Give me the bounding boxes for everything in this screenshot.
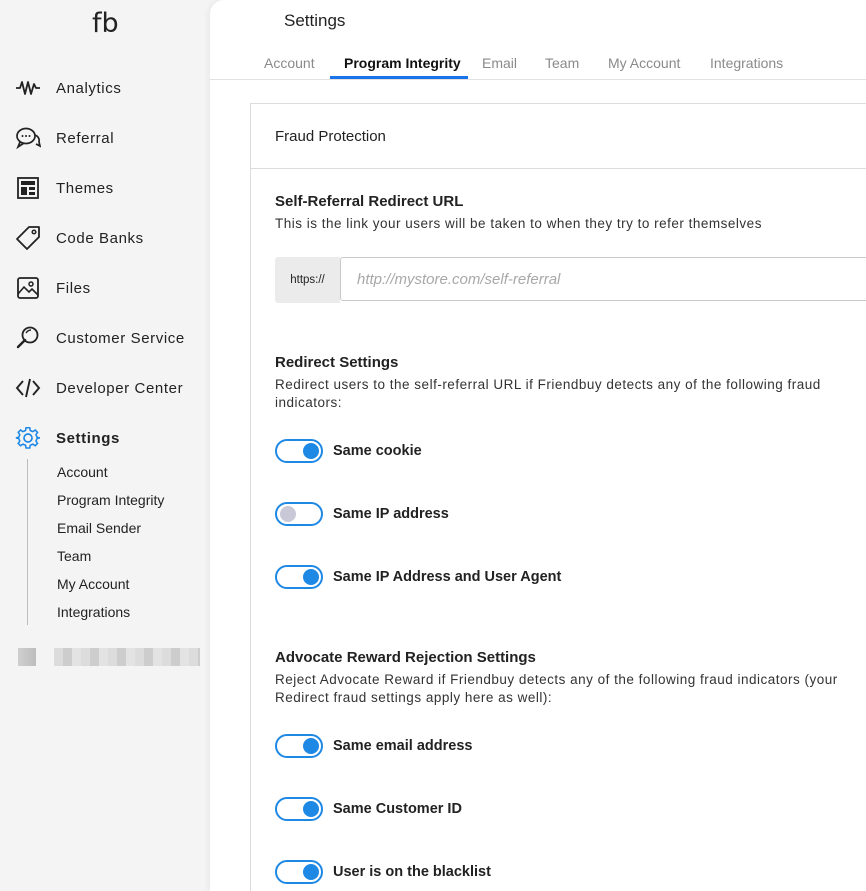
toggle-knob [303, 864, 319, 880]
same-ip-toggle[interactable] [275, 502, 323, 526]
toggle-label: Same IP Address and User Agent [333, 569, 562, 585]
sidebar-item-analytics[interactable]: Analytics [14, 73, 121, 103]
same-customer-id-toggle[interactable] [275, 797, 323, 821]
self-referral-title: Self-Referral Redirect URL [275, 193, 464, 210]
sidebar-item-label: Code Banks [56, 229, 144, 247]
sidebar-item-settings[interactable]: Settings [14, 423, 120, 453]
app-logo[interactable]: fb [92, 8, 119, 39]
blacklist-toggle[interactable] [275, 860, 323, 884]
toggle-row-blacklist[interactable]: User is on the blacklist [275, 860, 491, 884]
tag-icon [14, 224, 42, 252]
self-referral-description: This is the link your users will be take… [275, 216, 762, 231]
gear-icon [14, 424, 42, 452]
toggle-row-same-email[interactable]: Same email address [275, 734, 472, 758]
toggle-label: User is on the blacklist [333, 864, 491, 880]
sidebar-item-label: Referral [56, 129, 115, 147]
sidebar-item-code-banks[interactable]: Code Banks [14, 223, 144, 253]
subnav-line [27, 459, 28, 625]
toggle-label: Same email address [333, 738, 473, 754]
layout-icon [14, 174, 42, 202]
tab-email[interactable]: Email [482, 55, 517, 71]
toggle-row-same-customer-id[interactable]: Same Customer ID [275, 797, 462, 821]
card-header: Fraud Protection [251, 104, 866, 169]
user-avatar[interactable] [18, 648, 36, 666]
advocate-rejection-description: Reject Advocate Reward if Friendbuy dete… [275, 672, 838, 705]
sidebar-item-label: Files [56, 279, 91, 297]
sidebar-item-label: Themes [56, 179, 114, 197]
analytics-icon [14, 74, 42, 102]
toggle-knob [303, 443, 319, 459]
sidebar-item-label: Settings [56, 429, 120, 447]
settings-tabs: Account Program Integrity Email Team My … [210, 50, 866, 80]
page-title: Settings [284, 11, 346, 30]
tab-program-integrity[interactable]: Program Integrity [344, 55, 461, 71]
sidebar-item-files[interactable]: Files [14, 273, 91, 303]
sidebar-item-label: Customer Service [56, 329, 185, 347]
tab-team[interactable]: Team [545, 55, 579, 71]
redirect-settings-description: Redirect users to the self-referral URL … [275, 377, 821, 410]
user-name-redacted[interactable] [54, 648, 200, 666]
toggle-label: Same Customer ID [333, 801, 462, 817]
subnav-item-my-account[interactable]: My Account [57, 576, 129, 592]
toggle-row-same-ip[interactable]: Same IP address [275, 502, 449, 526]
chat-bubbles-icon [14, 124, 42, 152]
tab-integrations[interactable]: Integrations [710, 55, 783, 71]
search-icon [14, 324, 42, 352]
advocate-rejection-title: Advocate Reward Rejection Settings [275, 649, 536, 666]
sidebar-item-customer-service[interactable]: Customer Service [14, 323, 185, 353]
active-tab-indicator [330, 76, 468, 79]
same-ip-user-agent-toggle[interactable] [275, 565, 323, 589]
fraud-protection-card: Fraud Protection Self-Referral Redirect … [250, 103, 866, 891]
subnav-item-account[interactable]: Account [57, 464, 108, 480]
toggle-knob [303, 738, 319, 754]
redirect-settings-title: Redirect Settings [275, 354, 399, 371]
sidebar-item-label: Developer Center [56, 379, 184, 397]
card-title: Fraud Protection [275, 128, 386, 145]
sidebar-item-label: Analytics [56, 79, 122, 97]
subnav-item-program-integrity[interactable]: Program Integrity [57, 492, 164, 508]
main-panel: Settings Account Program Integrity Email… [210, 0, 866, 891]
subnav-item-team[interactable]: Team [57, 548, 91, 564]
toggle-knob [280, 506, 296, 522]
code-icon [14, 374, 42, 402]
toggle-row-same-cookie[interactable]: Same cookie [275, 439, 422, 463]
sidebar-item-referral[interactable]: Referral [14, 123, 114, 153]
toggle-label: Same cookie [333, 443, 422, 459]
toggle-row-same-ip-user-agent[interactable]: Same IP Address and User Agent [275, 565, 561, 589]
image-icon [14, 274, 42, 302]
tab-my-account[interactable]: My Account [608, 55, 680, 71]
toggle-knob [303, 801, 319, 817]
subnav-item-email-sender[interactable]: Email Sender [57, 520, 141, 536]
self-referral-url-input[interactable] [340, 257, 866, 301]
subnav-item-integrations[interactable]: Integrations [57, 604, 130, 620]
same-email-toggle[interactable] [275, 734, 323, 758]
url-prefix-label: https:// [275, 257, 340, 303]
toggle-knob [303, 569, 319, 585]
toggle-label: Same IP address [333, 506, 449, 522]
sidebar: fb Analytics Referral Themes Code Banks … [0, 0, 210, 891]
sidebar-item-themes[interactable]: Themes [14, 173, 114, 203]
sidebar-item-developer-center[interactable]: Developer Center [14, 373, 183, 403]
same-cookie-toggle[interactable] [275, 439, 323, 463]
tab-account[interactable]: Account [264, 55, 315, 71]
